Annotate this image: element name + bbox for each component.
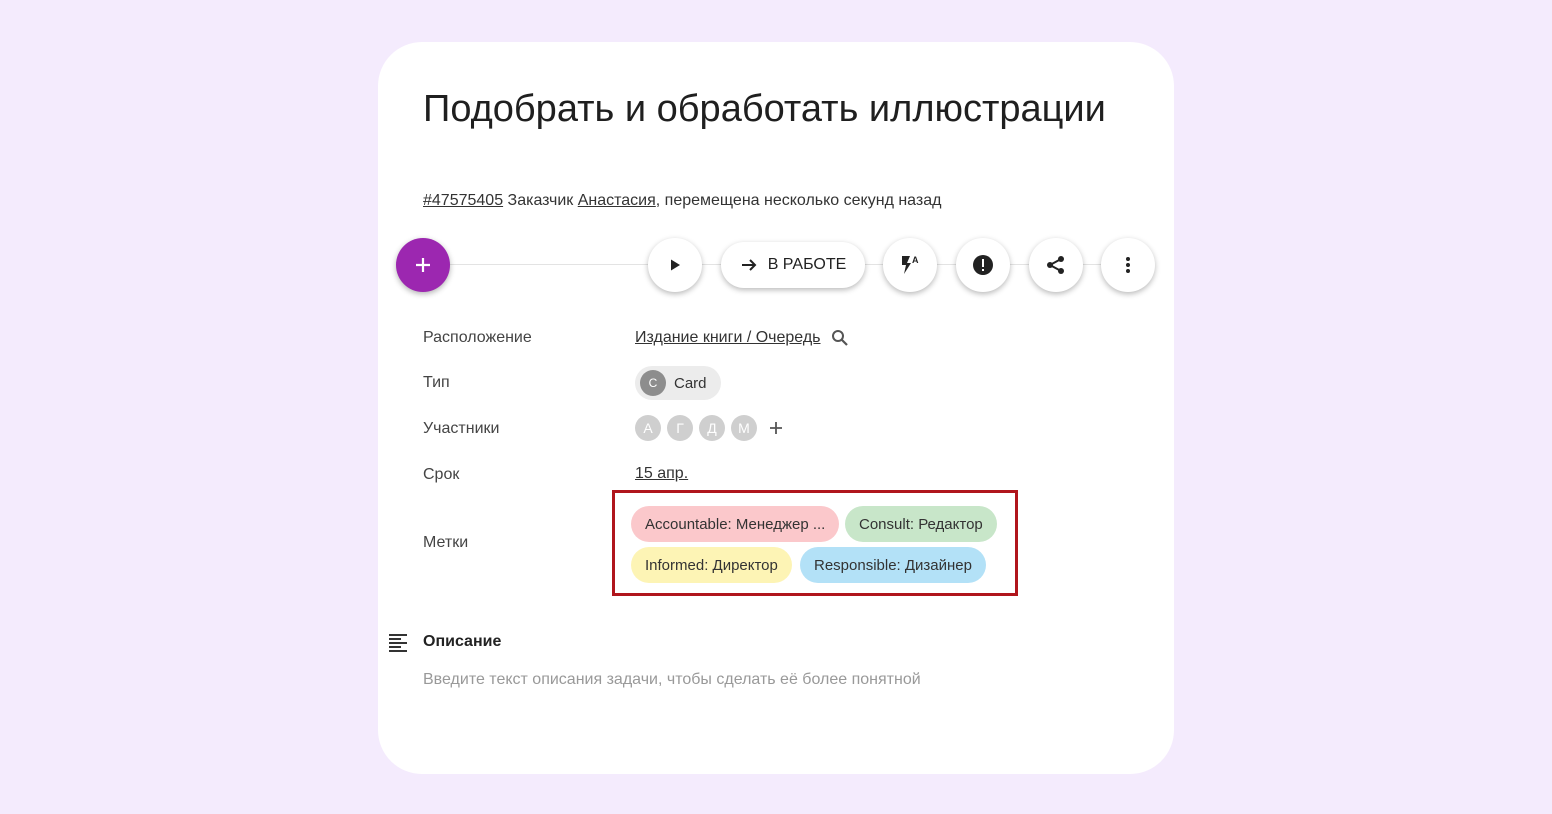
description-input[interactable]: Введите текст описания задачи, чтобы сде…	[423, 671, 921, 689]
share-icon	[1047, 256, 1064, 274]
tag-chip[interactable]: Informed: Директор	[631, 547, 792, 583]
member-avatar[interactable]: М	[731, 415, 757, 441]
location-field: Издание книги / Очередь	[635, 329, 849, 347]
status-label: В РАБОТЕ	[767, 256, 847, 273]
task-title[interactable]: Подобрать и обработать иллюстрации	[423, 86, 1123, 133]
description-icon	[389, 634, 407, 652]
tags-label: Метки	[423, 534, 469, 551]
flash-icon: A	[902, 255, 919, 274]
type-value: Card	[674, 374, 707, 392]
search-icon[interactable]	[831, 329, 849, 347]
location-label: Расположение	[423, 329, 532, 346]
type-label: Тип	[423, 374, 450, 391]
customer-prefix: Заказчик	[507, 192, 574, 209]
tag-chip[interactable]: Consult: Редактор	[845, 506, 997, 542]
due-label: Срок	[423, 466, 460, 483]
status-button[interactable]: В РАБОТЕ	[721, 242, 865, 288]
plus-icon	[416, 258, 430, 272]
member-avatar[interactable]: Д	[699, 415, 725, 441]
plus-icon	[770, 422, 782, 434]
more-vertical-icon	[1126, 257, 1130, 273]
location-link[interactable]: Издание книги / Очередь	[635, 329, 821, 347]
moved-text: , перемещена несколько секунд назад	[655, 192, 942, 209]
priority-button[interactable]	[956, 238, 1010, 292]
member-avatar[interactable]: Г	[667, 415, 693, 441]
task-id-link[interactable]: #47575405	[423, 192, 503, 209]
alert-icon	[973, 255, 993, 275]
members-list: А Г Д М	[635, 415, 783, 441]
flash-button[interactable]: A	[883, 238, 937, 292]
due-date-link[interactable]: 15 апр.	[635, 465, 688, 483]
share-button[interactable]	[1029, 238, 1083, 292]
flash-superscript: A	[912, 255, 919, 265]
add-button[interactable]	[396, 238, 450, 292]
tag-chip[interactable]: Accountable: Менеджер ...	[631, 506, 840, 542]
play-icon	[671, 259, 680, 271]
task-meta: #47575405 Заказчик Анастасия, перемещена…	[423, 192, 941, 210]
type-chip[interactable]: C Card	[635, 366, 721, 400]
member-avatar[interactable]: А	[635, 415, 661, 441]
description-title: Описание	[423, 633, 502, 650]
start-timer-button[interactable]	[648, 238, 702, 292]
members-label: Участники	[423, 420, 500, 437]
add-member-button[interactable]	[769, 417, 783, 439]
arrow-right-icon	[741, 259, 757, 271]
task-card: Подобрать и обработать иллюстрации #4757…	[378, 42, 1174, 774]
more-button[interactable]	[1101, 238, 1155, 292]
tag-chip[interactable]: Responsible: Дизайнер	[800, 547, 986, 583]
customer-link[interactable]: Анастасия	[578, 192, 656, 209]
tags-highlight-box: Accountable: Менеджер ... Consult: Редак…	[612, 490, 1018, 596]
type-avatar: C	[640, 370, 666, 396]
